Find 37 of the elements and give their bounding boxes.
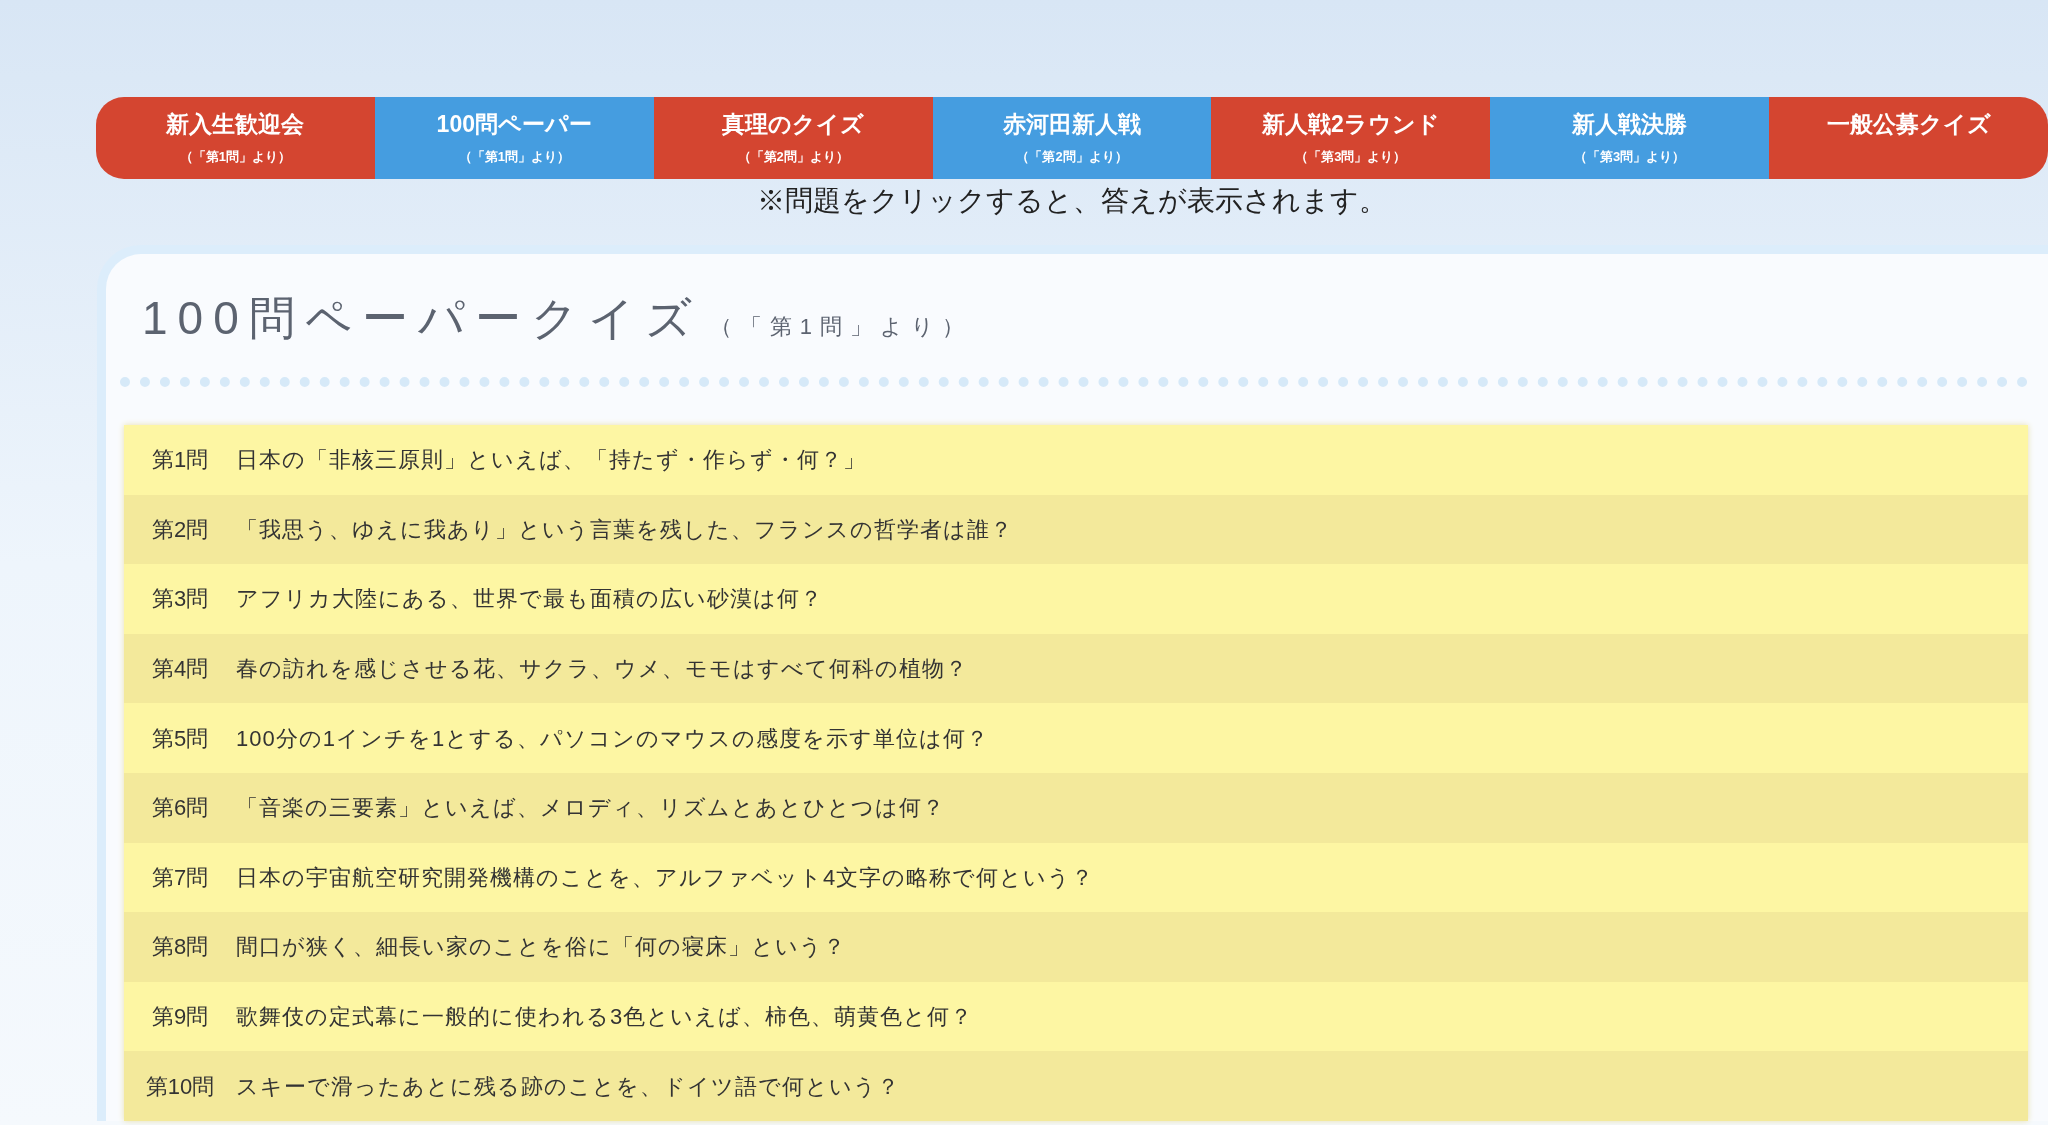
question-number: 第9問 — [150, 1003, 210, 1032]
question-row[interactable]: 第7問 日本の宇宙航空研究開発機構のことを、アルファベット4文字の略称で何という？ — [124, 842, 2028, 913]
question-text: 歌舞伎の定式幕に一般的に使われる3色といえば、柿色、萌黄色と何？ — [236, 1003, 974, 1032]
question-row[interactable]: 第9問 歌舞伎の定式幕に一般的に使われる3色といえば、柿色、萌黄色と何？ — [124, 981, 2028, 1052]
nav-tab[interactable]: 新入生歓迎会 （「第1問」より） — [96, 97, 375, 179]
nav-tab[interactable]: 新人戦2ラウンド （「第3問」より） — [1211, 97, 1491, 179]
question-row[interactable]: 第3問 アフリカ大陸にある、世界で最も面積の広い砂漠は何？ — [124, 564, 2028, 634]
question-number: 第4問 — [150, 655, 210, 684]
question-row[interactable]: 第2問 「我思う、ゆえに我あり」という言葉を残した、フランスの哲学者は誰？ — [124, 494, 2028, 565]
question-number: 第1問 — [150, 446, 210, 475]
question-row[interactable]: 第4問 春の訪れを感じさせる花、サクラ、ウメ、モモはすべて何科の植物？ — [124, 633, 2028, 704]
question-text: スキーで滑ったあとに残る跡のことを、ドイツ語で何という？ — [236, 1072, 900, 1101]
question-number: 第5問 — [150, 724, 210, 753]
question-text: 100分の1インチを1とする、パソコンのマウスの感度を示す単位は何？ — [236, 724, 990, 753]
question-row[interactable]: 第8問 間口が狭く、細長い家のことを俗に「何の寝床」という？ — [124, 912, 2028, 982]
section-title: 100問ペーパークイズ — [142, 291, 702, 346]
question-number: 第8問 — [150, 933, 210, 962]
section-subtitle: （「第1問」より） — [709, 313, 972, 341]
question-text: アフリカ大陸にある、世界で最も面積の広い砂漠は何？ — [236, 585, 823, 614]
question-text: 日本の宇宙航空研究開発機構のことを、アルファベット4文字の略称で何という？ — [236, 863, 1095, 892]
question-text: 「音楽の三要素」といえば、メロディ、リズムとあとひとつは何？ — [236, 794, 945, 823]
question-number: 第3問 — [150, 585, 210, 614]
question-text: 春の訪れを感じさせる花、サクラ、ウメ、モモはすべて何科の植物？ — [236, 655, 968, 684]
notice-text: ※問題をクリックすると、答えが表示されます。 — [757, 184, 1387, 218]
question-number: 第2問 — [150, 515, 210, 544]
question-text: 日本の「非核三原則」といえば、「持たず・作らず・何？」 — [236, 446, 866, 475]
nav-tab[interactable]: 一般公募クイズ — [1769, 97, 2048, 179]
question-text: 「我思う、ゆえに我あり」という言葉を残した、フランスの哲学者は誰？ — [236, 515, 1013, 544]
nav-tab[interactable]: 真理のクイズ （「第2問」より） — [653, 97, 933, 179]
question-row[interactable]: 第1問 日本の「非核三原則」といえば、「持たず・作らず・何？」 — [124, 425, 2028, 495]
question-number: 第6問 — [150, 794, 210, 823]
question-row[interactable]: 第10問 スキーで滑ったあとに残る跡のことを、ドイツ語で何という？ — [124, 1051, 2028, 1121]
question-row[interactable]: 第5問 100分の1インチを1とする、パソコンのマウスの感度を示す単位は何？ — [124, 703, 2028, 773]
question-number: 第10問 — [144, 1072, 216, 1101]
question-text: 間口が狭く、細長い家のことを俗に「何の寝床」という？ — [236, 933, 846, 962]
question-row[interactable]: 第6問 「音楽の三要素」といえば、メロディ、リズムとあとひとつは何？ — [124, 772, 2028, 843]
question-number: 第7問 — [150, 863, 210, 892]
